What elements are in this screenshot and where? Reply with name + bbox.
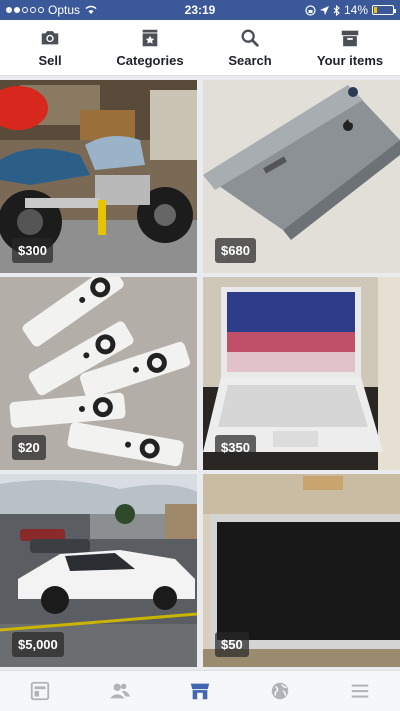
carrier-name: Optus (48, 3, 81, 17)
listing-card-car[interactable]: $5,000 (0, 474, 197, 667)
battery-icon (372, 5, 396, 15)
location-icon (319, 5, 329, 15)
listing-price: $680 (215, 238, 256, 263)
tab-notifications[interactable] (250, 671, 310, 711)
sell-label: Sell (38, 53, 62, 68)
feed-icon (30, 681, 50, 701)
bottom-tab-bar (0, 670, 400, 711)
archive-box-icon (341, 30, 359, 47)
battery-level (374, 7, 377, 13)
search-label: Search (228, 53, 272, 68)
wifi-icon (85, 5, 97, 14)
listing-card-laptop[interactable]: $350 (203, 277, 400, 470)
listing-price: $20 (12, 435, 46, 460)
listing-card-iphone[interactable]: $680 (203, 80, 400, 273)
your-items-button[interactable]: Your items (300, 20, 400, 75)
listing-card-motorcycle[interactable]: $300 (0, 80, 197, 273)
listing-card-monitor[interactable]: $50 (203, 474, 400, 667)
listing-price: $5,000 (12, 632, 64, 657)
categories-button[interactable]: Categories (100, 20, 200, 75)
friends-icon (109, 683, 131, 699)
battery-percent: 14% (343, 3, 368, 17)
rotation-lock-icon (305, 4, 316, 16)
status-bar: Optus 23:19 14% (0, 0, 400, 20)
listings-grid: $300 $680 $20 $350 $5,000 $50 (0, 80, 400, 670)
tab-menu[interactable] (330, 671, 390, 711)
marketplace-icon (190, 683, 210, 700)
tab-friends[interactable] (90, 671, 150, 711)
search-icon (241, 29, 259, 47)
menu-icon (351, 684, 369, 698)
your-items-label: Your items (316, 53, 384, 68)
listing-card-remotes[interactable]: $20 (0, 277, 197, 470)
status-time: 23:19 (184, 3, 216, 17)
tab-marketplace[interactable] (170, 671, 230, 711)
search-button[interactable]: Search (200, 20, 300, 75)
marketplace-action-bar: Sell Categories Search Your items (0, 20, 400, 76)
categories-label: Categories (116, 53, 184, 68)
camera-icon (41, 31, 59, 45)
bluetooth-icon (333, 4, 340, 16)
shop-bag-icon (142, 29, 158, 47)
signal-icon (6, 7, 44, 13)
listing-price: $50 (215, 632, 249, 657)
globe-icon (271, 682, 289, 700)
listing-price: $350 (215, 435, 256, 460)
sell-button[interactable]: Sell (0, 20, 100, 75)
listing-price: $300 (12, 238, 53, 263)
tab-news-feed[interactable] (10, 671, 70, 711)
